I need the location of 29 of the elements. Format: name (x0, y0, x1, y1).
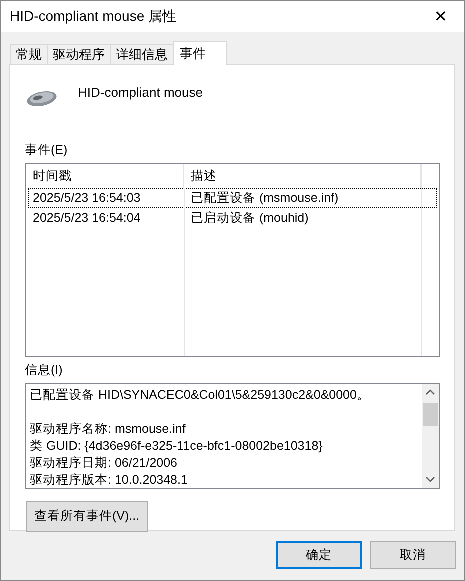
column-header[interactable]: 时间戳 (26, 164, 184, 188)
tab[interactable]: 常规 (10, 44, 48, 64)
info-line: 已配置设备 HID\SYNACEC0&Col01\5&259130c2&0&0000。 (30, 388, 370, 402)
dialog-button[interactable]: 确定 (276, 541, 362, 569)
info-line: 驱动程序日期: 06/21/2006 (30, 456, 178, 470)
tab[interactable]: 详细信息 (110, 44, 174, 64)
events-label: 事件(E) (25, 142, 69, 159)
scrollbar-thumb[interactable] (423, 403, 438, 426)
event-row[interactable]: 2025/5/23 16:54:04 已启动设备 (mouhid) (28, 208, 437, 228)
dialog-button[interactable]: 取消 (370, 541, 456, 569)
event-row[interactable]: 2025/5/23 16:54:03 已配置设备 (msmouse.inf) (28, 188, 437, 208)
view-all-events-button[interactable]: 查看所有事件(V)... (26, 501, 148, 532)
info-line: 驱动程序名称: msmouse.inf (30, 422, 186, 436)
info-line: 驱动程序版本: 10.0.20348.1 (30, 473, 188, 487)
info-label: 信息(I) (25, 362, 64, 379)
table-cell-text: 2025/5/23 16:54:04 (32, 210, 142, 227)
mouse-icon (26, 90, 58, 108)
table-cell-text: 已启动设备 (mouhid) (190, 210, 310, 227)
table-cell-text: 已配置设备 (msmouse.inf) (190, 190, 340, 207)
info-line: 类 GUID: {4d36e96f-e325-11ce-bfc1-08002be10318} (30, 439, 323, 453)
tab[interactable]: 事件 (173, 41, 227, 65)
event-list[interactable]: 时间戳 描述 2025/5/23 16:54:03 已配置设备 (msmouse.inf) 2025/5/23 16:54:04 已启动设备 (mouhid) (25, 163, 440, 357)
close-button[interactable]: ✕ (418, 1, 464, 32)
tab[interactable]: 驱动程序 (47, 44, 111, 64)
device-name: HID-compliant mouse (78, 84, 203, 100)
scrollbar[interactable] (422, 384, 439, 488)
table-cell-text: 2025/5/23 16:54:03 (32, 190, 142, 207)
window-title: HID-compliant mouse 属性 (10, 8, 178, 26)
column-header[interactable]: 描述 (184, 164, 421, 188)
